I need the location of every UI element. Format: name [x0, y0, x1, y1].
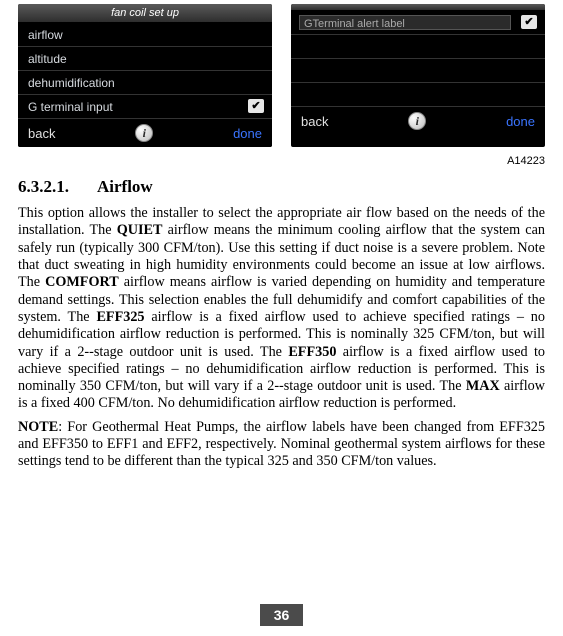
bold-eff325: EFF325: [96, 309, 144, 325]
done-button[interactable]: done: [233, 126, 262, 141]
screen-left: fan coil set up airflow altitude dehumid…: [18, 4, 272, 147]
screen-right-title: [291, 4, 545, 11]
back-button[interactable]: back: [301, 114, 328, 129]
screen-right-rows: GTerminal alert label ✔: [291, 11, 545, 107]
menu-item-airflow[interactable]: airflow: [18, 23, 272, 47]
page-number-wrap: 36: [0, 604, 563, 626]
input-row-gterminal-label[interactable]: GTerminal alert label ✔: [291, 11, 545, 35]
section-heading: 6.3.2.1. Airflow: [18, 171, 545, 205]
figure-label: A14223: [18, 149, 545, 171]
screenshots-row: fan coil set up airflow altitude dehumid…: [18, 0, 545, 149]
text-input-value: GTerminal alert label: [300, 18, 405, 30]
heading-title: Airflow: [97, 177, 153, 197]
bold-quiet: QUIET: [117, 222, 163, 238]
bold-comfort: COMFORT: [45, 274, 119, 290]
text-input[interactable]: GTerminal alert label: [299, 15, 511, 30]
screen-left-bottombar: back i done: [18, 119, 272, 147]
input-row-empty: [291, 35, 545, 59]
menu-item-altitude[interactable]: altitude: [18, 47, 272, 71]
input-row-empty: [291, 59, 545, 83]
screen-left-title: fan coil set up: [18, 4, 272, 23]
menu-item-dehumidification[interactable]: dehumidification: [18, 71, 272, 95]
done-button[interactable]: done: [506, 114, 535, 129]
checkmark-icon: ✔: [248, 99, 264, 113]
bold-note: NOTE: [18, 419, 58, 435]
heading-number: 6.3.2.1.: [18, 177, 69, 197]
back-button[interactable]: back: [28, 126, 55, 141]
menu-item-label: altitude: [28, 52, 67, 66]
screen-right: GTerminal alert label ✔ back i done: [291, 4, 545, 147]
input-row-empty: [291, 83, 545, 107]
page-number: 36: [260, 604, 304, 626]
menu-item-g-terminal-input[interactable]: G terminal input ✔: [18, 95, 272, 119]
menu-item-label: dehumidification: [28, 76, 115, 90]
info-icon[interactable]: i: [135, 124, 153, 142]
screen-right-bottombar: back i done: [291, 107, 545, 135]
body-paragraph-2: NOTE: For Geothermal Heat Pumps, the air…: [18, 419, 545, 477]
checkmark-icon: ✔: [521, 15, 537, 29]
bold-eff350: EFF350: [288, 344, 336, 360]
info-icon[interactable]: i: [408, 112, 426, 130]
menu-item-label: G terminal input: [28, 100, 113, 114]
menu-item-label: airflow: [28, 28, 63, 42]
bold-max: MAX: [466, 378, 500, 394]
screen-left-rows: airflow altitude dehumidification G term…: [18, 23, 272, 119]
body-paragraph-1: This option allows the installer to sele…: [18, 205, 545, 419]
